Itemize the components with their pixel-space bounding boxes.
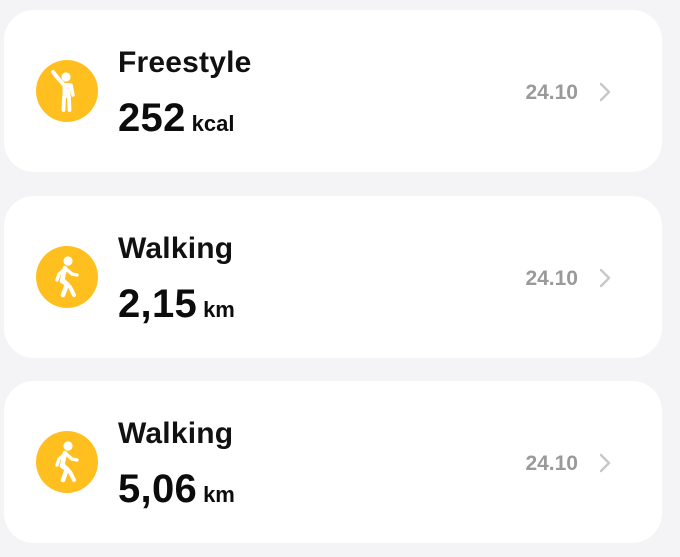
activity-date: 24.10: [525, 267, 578, 290]
activity-metric: 252 kcal: [118, 98, 234, 138]
activity-card-walking[interactable]: Walking 5,06 km 24.10: [4, 381, 662, 543]
activity-value: 5,06: [118, 467, 198, 511]
activity-title: Freestyle: [118, 46, 252, 79]
activity-metric: 5,06 km: [118, 469, 235, 509]
chevron-right-icon: [598, 268, 612, 288]
activity-value: 252: [118, 96, 186, 140]
freestyle-person-icon: [36, 60, 98, 122]
activity-unit: km: [203, 482, 235, 507]
activity-card-freestyle[interactable]: Freestyle 252 kcal 24.10: [4, 10, 662, 172]
chevron-right-icon: [598, 82, 612, 102]
chevron-right-icon: [598, 453, 612, 473]
activity-value: 2,15: [118, 282, 198, 326]
activity-unit: km: [203, 297, 235, 322]
activity-date: 24.10: [525, 81, 578, 104]
activity-metric: 2,15 km: [118, 284, 235, 324]
walking-person-icon: [36, 246, 98, 308]
activity-card-walking[interactable]: Walking 2,15 km 24.10: [4, 196, 662, 358]
walking-person-icon: [36, 431, 98, 493]
activity-date: 24.10: [525, 452, 578, 475]
activity-title: Walking: [118, 417, 234, 450]
activity-unit: kcal: [191, 111, 235, 136]
activity-title: Walking: [118, 232, 234, 265]
